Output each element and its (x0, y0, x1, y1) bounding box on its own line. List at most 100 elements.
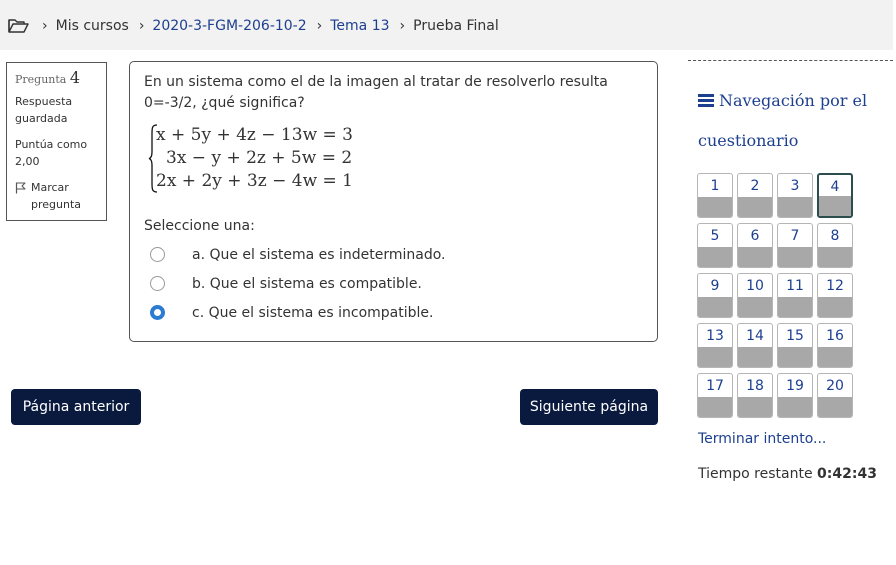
question-number: Pregunta 4 (15, 69, 98, 88)
quiz-nav-status-bar (698, 397, 732, 417)
breadcrumb: › Mis cursos › 2020-3-FGM-206-10-2 › Tem… (8, 17, 499, 35)
equations: x + 5y + 4z − 13w = 3 3x − y + 2z + 5w =… (156, 124, 353, 193)
quiz-nav-button-9[interactable]: 9 (697, 273, 733, 318)
quiz-nav-button-8[interactable]: 8 (817, 223, 853, 268)
quiz-nav-status-bar (778, 397, 812, 417)
quiz-nav-number: 1 (710, 178, 720, 194)
radio-b[interactable] (150, 276, 165, 291)
breadcrumb-bar: › Mis cursos › 2020-3-FGM-206-10-2 › Tem… (0, 0, 893, 50)
quiz-nav-number: 19 (786, 378, 804, 394)
quiz-nav-button-20[interactable]: 20 (817, 373, 853, 418)
quiz-nav-number: 11 (786, 278, 804, 294)
quiz-nav-button-6[interactable]: 6 (737, 223, 773, 268)
question-number-value: 4 (69, 68, 81, 87)
question-grade: Puntúa como 2,00 (15, 138, 88, 168)
quiz-nav-button-4[interactable]: 4 (817, 173, 853, 218)
quiz-nav-button-1[interactable]: 1 (697, 173, 733, 218)
quiz-nav-button-10[interactable]: 10 (737, 273, 773, 318)
quiz-nav-button-12[interactable]: 12 (817, 273, 853, 318)
quiz-nav-button-13[interactable]: 13 (697, 323, 733, 368)
quiz-nav-status-bar (778, 197, 812, 217)
quiz-nav-number: 14 (746, 328, 764, 344)
answer-label-c[interactable]: c. Que el sistema es incompatible. (192, 305, 433, 321)
flag-question-button[interactable]: Marcar pregunta (15, 179, 98, 213)
quiz-nav-number: 18 (746, 378, 764, 394)
time-remaining: Tiempo restante 0:42:43 (698, 466, 877, 482)
chevron-right-icon: › (42, 18, 48, 34)
folder-open-icon[interactable] (8, 18, 29, 34)
question-number-label: Pregunta (15, 73, 67, 86)
radio-c[interactable] (150, 305, 165, 320)
equation-2: 3x − y + 2z + 5w = 2 (166, 148, 353, 168)
quiz-navigation-block: Navegación por el cuestionario 123456789… (688, 60, 893, 418)
breadcrumb-course[interactable]: 2020-3-FGM-206-10-2 (152, 17, 306, 35)
equation-system: x + 5y + 4z − 13w = 3 3x − y + 2z + 5w =… (148, 124, 643, 194)
quiz-nav-status-bar (778, 347, 812, 367)
quiz-nav-status-bar (738, 297, 772, 317)
chevron-right-icon: › (316, 18, 323, 34)
quiz-nav-status-bar (698, 297, 732, 317)
quiz-nav-status-bar (818, 247, 852, 267)
breadcrumb-mis-cursos[interactable]: Mis cursos (56, 17, 129, 35)
answer-option-c[interactable]: c. Que el sistema es incompatible. (144, 298, 643, 327)
quiz-nav-status-bar (738, 397, 772, 417)
quiz-nav-button-17[interactable]: 17 (697, 373, 733, 418)
hamburger-icon (698, 94, 714, 107)
equation-1: x + 5y + 4z − 13w = 3 (156, 125, 353, 145)
quiz-navigation-title: Navegación por el cuestionario (698, 81, 893, 161)
quiz-nav-button-3[interactable]: 3 (777, 173, 813, 218)
time-remaining-label: Tiempo restante (698, 466, 813, 482)
quiz-nav-number: 16 (826, 328, 844, 344)
quiz-nav-button-14[interactable]: 14 (737, 323, 773, 368)
time-remaining-value: 0:42:43 (817, 466, 877, 482)
quiz-nav-button-18[interactable]: 18 (737, 373, 773, 418)
answer-label-a[interactable]: a. Que el sistema es indeterminado. (192, 247, 446, 263)
quiz-nav-status-bar (778, 297, 812, 317)
quiz-nav-status-bar (738, 197, 772, 217)
question-info-box: Pregunta 4 Respuesta guardada Puntúa com… (6, 62, 107, 221)
next-page-button[interactable]: Siguiente página (520, 389, 658, 425)
quiz-nav-button-7[interactable]: 7 (777, 223, 813, 268)
quiz-nav-number: 9 (710, 278, 720, 294)
quiz-nav-button-11[interactable]: 11 (777, 273, 813, 318)
quiz-nav-number: 12 (826, 278, 844, 294)
radio-a[interactable] (150, 247, 165, 262)
question-content: En un sistema como el de la imagen al tr… (129, 61, 658, 342)
quiz-nav-number: 3 (790, 178, 800, 194)
breadcrumb-section[interactable]: Tema 13 (330, 17, 389, 35)
quiz-nav-number: 2 (750, 178, 760, 194)
quiz-nav-status-bar (698, 247, 732, 267)
quiz-nav-number: 8 (830, 228, 840, 244)
quiz-nav-number: 6 (750, 228, 760, 244)
equation-3: 2x + 2y + 3z − 4w = 1 (156, 171, 353, 191)
finish-attempt-link[interactable]: Terminar intento... (698, 431, 826, 447)
quiz-nav-status-bar (738, 247, 772, 267)
breadcrumb-current: Prueba Final (413, 18, 499, 34)
flag-icon (15, 179, 31, 199)
quiz-nav-button-15[interactable]: 15 (777, 323, 813, 368)
quiz-nav-button-5[interactable]: 5 (697, 223, 733, 268)
quiz-nav-status-bar (818, 347, 852, 367)
quiz-nav-button-2[interactable]: 2 (737, 173, 773, 218)
answer-prompt: Seleccione una: (144, 218, 255, 234)
question-state: Respuesta guardada (15, 95, 73, 125)
answer-option-b[interactable]: b. Que el sistema es compatible. (144, 269, 643, 298)
answer-list: a. Que el sistema es indeterminado. b. Q… (144, 240, 643, 327)
chevron-right-icon: › (399, 18, 406, 34)
quiz-nav-button-19[interactable]: 19 (777, 373, 813, 418)
quiz-navigation-title-text: Navegación por el cuestionario (698, 91, 868, 150)
quiz-nav-status-bar (698, 197, 732, 217)
quiz-nav-number: 5 (710, 228, 720, 244)
quiz-nav-button-16[interactable]: 16 (817, 323, 853, 368)
flag-label: Marcar pregunta (31, 181, 82, 211)
quiz-nav-status-bar (819, 196, 851, 216)
quiz-nav-number: 17 (706, 378, 724, 394)
answer-label-b[interactable]: b. Que el sistema es compatible. (192, 276, 422, 292)
answer-option-a[interactable]: a. Que el sistema es indeterminado. (144, 240, 643, 269)
previous-page-button[interactable]: Página anterior (11, 389, 141, 425)
quiz-nav-status-bar (738, 347, 772, 367)
quiz-nav-number: 10 (746, 278, 764, 294)
quiz-nav-number: 15 (786, 328, 804, 344)
quiz-nav-status-bar (818, 297, 852, 317)
quiz-nav-number: 13 (706, 328, 724, 344)
